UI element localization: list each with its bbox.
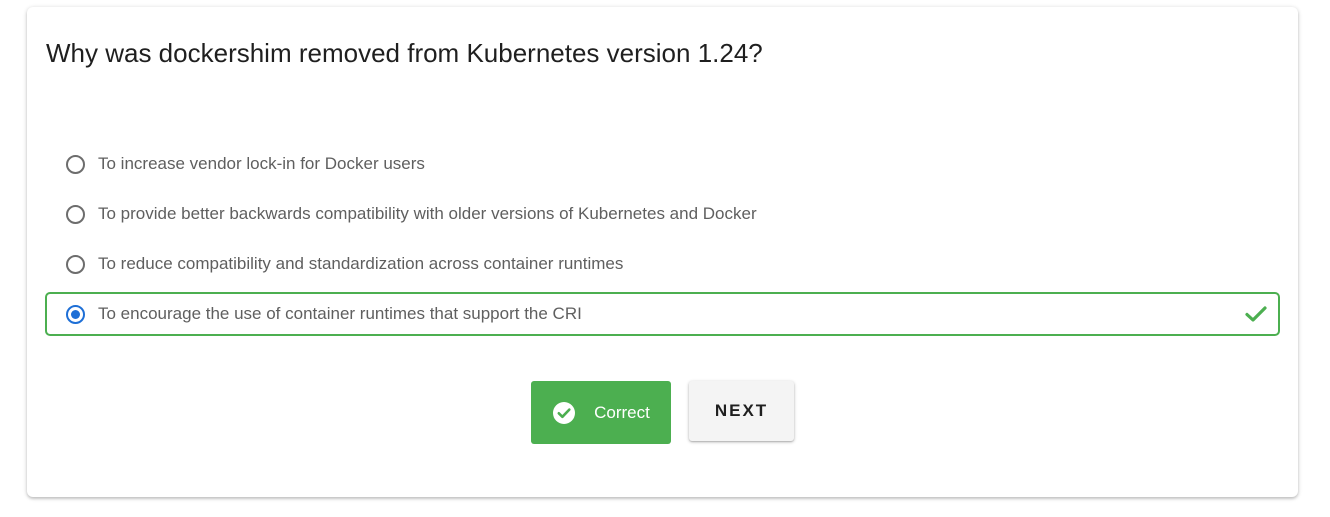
- radio-button[interactable]: [66, 154, 85, 174]
- radio-button-selected[interactable]: [66, 304, 85, 324]
- next-button[interactable]: NEXT: [689, 381, 794, 441]
- answer-option-label: To encourage the use of container runtim…: [98, 304, 582, 323]
- answer-option-3[interactable]: To reduce compatibility and standardizat…: [45, 242, 1280, 286]
- answer-options: To increase vendor lock-in for Docker us…: [45, 142, 1280, 342]
- check-circle-icon: [553, 401, 576, 424]
- question-text: Why was dockershim removed from Kubernet…: [46, 38, 763, 68]
- quiz-card: Why was dockershim removed from Kubernet…: [27, 7, 1298, 497]
- action-buttons: Correct NEXT: [531, 381, 794, 444]
- answer-option-1[interactable]: To increase vendor lock-in for Docker us…: [45, 142, 1280, 186]
- correct-result-button[interactable]: Correct: [531, 381, 671, 444]
- answer-option-label: To increase vendor lock-in for Docker us…: [98, 154, 425, 173]
- answer-option-4[interactable]: To encourage the use of container runtim…: [45, 292, 1280, 336]
- radio-button[interactable]: [66, 204, 85, 224]
- answer-option-label: To provide better backwards compatibilit…: [98, 204, 757, 223]
- radio-button[interactable]: [66, 254, 85, 274]
- correct-result-label: Correct: [594, 402, 650, 422]
- answer-option-label: To reduce compatibility and standardizat…: [98, 254, 624, 273]
- checkmark-icon: [1245, 306, 1267, 322]
- answer-option-2[interactable]: To provide better backwards compatibilit…: [45, 192, 1280, 236]
- radio-dot: [71, 309, 80, 319]
